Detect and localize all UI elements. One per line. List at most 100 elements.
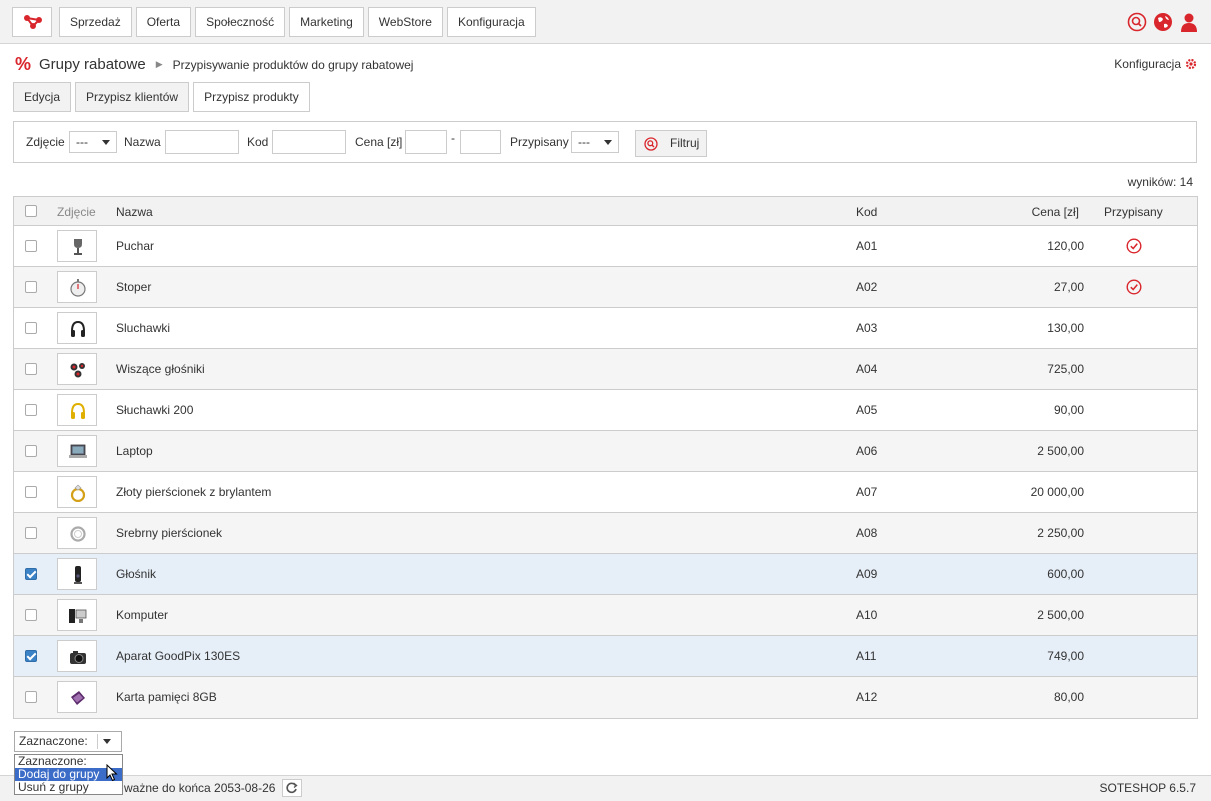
product-thumbnail[interactable] bbox=[57, 435, 97, 467]
bulk-option-remove[interactable]: Usuń z grupy bbox=[15, 781, 122, 794]
stopwatch-icon bbox=[70, 279, 86, 297]
camera-icon bbox=[70, 651, 86, 664]
row-checkbox[interactable] bbox=[25, 281, 37, 293]
row-checkbox[interactable] bbox=[25, 240, 37, 252]
table-row[interactable]: Głośnik A09 600,00 bbox=[14, 554, 1197, 595]
product-thumbnail[interactable] bbox=[57, 353, 97, 385]
filter-przypisany-select[interactable]: --- bbox=[571, 131, 619, 153]
nav-marketing[interactable]: Marketing bbox=[289, 7, 364, 37]
config-link[interactable]: Konfiguracja bbox=[1114, 57, 1197, 71]
product-thumbnail[interactable] bbox=[57, 681, 97, 713]
table-row[interactable]: Srebrny pierścionek A08 2 250,00 bbox=[14, 513, 1197, 554]
percent-icon: % bbox=[15, 54, 32, 74]
row-checkbox[interactable] bbox=[25, 650, 37, 662]
top-icons bbox=[1127, 12, 1199, 32]
header-nazwa[interactable]: Nazwa bbox=[116, 205, 153, 219]
table-row[interactable]: Złoty pierścionek z brylantem A07 20 000,0… bbox=[14, 472, 1197, 513]
table-row[interactable]: Karta pamięci 8GB A12 80,00 bbox=[14, 677, 1197, 718]
breadcrumb-title[interactable]: Grupy rabatowe bbox=[39, 56, 146, 73]
product-name[interactable]: Karta pamięci 8GB bbox=[116, 690, 217, 704]
assigned-check-icon[interactable] bbox=[1126, 238, 1142, 254]
nav-oferta[interactable]: Oferta bbox=[135, 7, 192, 37]
nav-sprzedaz[interactable]: Sprzedaż bbox=[59, 7, 132, 37]
product-thumbnail[interactable] bbox=[57, 271, 97, 303]
product-code: A08 bbox=[856, 526, 878, 540]
nav-konfiguracja[interactable]: Konfiguracja bbox=[446, 7, 536, 37]
product-price: 2 500,00 bbox=[1037, 444, 1084, 458]
nav-webstore[interactable]: WebStore bbox=[367, 7, 443, 37]
product-code: A12 bbox=[856, 690, 878, 704]
row-checkbox[interactable] bbox=[25, 609, 37, 621]
product-price: 90,00 bbox=[1053, 403, 1084, 417]
headphones-icon bbox=[71, 320, 85, 337]
filter-cena-to-input[interactable] bbox=[460, 130, 501, 154]
product-name[interactable]: Stoper bbox=[116, 280, 151, 294]
table-row[interactable]: Laptop A06 2 500,00 bbox=[14, 431, 1197, 472]
row-checkbox[interactable] bbox=[25, 691, 37, 703]
product-price: 20 000,00 bbox=[1030, 485, 1084, 499]
logo-button[interactable] bbox=[12, 7, 52, 37]
table-row[interactable]: Słuchawki 200 A05 90,00 bbox=[14, 390, 1197, 431]
header-kod[interactable]: Kod bbox=[856, 205, 877, 219]
tab-przypisz-produkty[interactable]: Przypisz produkty bbox=[193, 82, 310, 112]
row-checkbox[interactable] bbox=[25, 527, 37, 539]
table-row[interactable]: Komputer A10 2 500,00 bbox=[14, 595, 1197, 636]
product-thumbnail[interactable] bbox=[57, 517, 97, 549]
table-row[interactable]: Sluchawki A03 130,00 bbox=[14, 308, 1197, 349]
table-header: Zdjęcie Nazwa Kod Cena [zł] Przypisany bbox=[14, 197, 1197, 226]
product-code: A04 bbox=[856, 362, 878, 376]
user-icon[interactable] bbox=[1179, 12, 1199, 32]
nav-spolecznosc[interactable]: Społeczność bbox=[195, 7, 286, 37]
product-name[interactable]: Srebrny pierścionek bbox=[116, 526, 222, 540]
product-name[interactable]: Wiszące głośniki bbox=[116, 362, 205, 376]
table-row[interactable]: Aparat GoodPix 130ES A11 749,00 bbox=[14, 636, 1197, 677]
row-checkbox[interactable] bbox=[25, 445, 37, 457]
filter-kod-input[interactable] bbox=[272, 130, 346, 154]
product-name[interactable]: Laptop bbox=[116, 444, 153, 458]
row-checkbox[interactable] bbox=[25, 486, 37, 498]
product-thumbnail[interactable] bbox=[57, 312, 97, 344]
table-row[interactable]: Puchar A01 120,00 bbox=[14, 226, 1197, 267]
search-icon bbox=[644, 137, 658, 151]
filter-zdjecie-select[interactable]: --- bbox=[69, 131, 117, 153]
product-name[interactable]: Puchar bbox=[116, 239, 154, 253]
bulk-action-select[interactable]: Zaznaczone: bbox=[14, 731, 122, 752]
tab-przypisz-klientow[interactable]: Przypisz klientów bbox=[75, 82, 190, 112]
speakers-icon bbox=[70, 363, 85, 378]
table-row[interactable]: Stoper A02 27,00 bbox=[14, 267, 1197, 308]
globe-icon[interactable] bbox=[1153, 12, 1173, 32]
product-price: 130,00 bbox=[1047, 321, 1084, 335]
row-checkbox[interactable] bbox=[25, 568, 37, 580]
product-code: A02 bbox=[856, 280, 878, 294]
product-name[interactable]: Głośnik bbox=[116, 567, 156, 581]
product-name[interactable]: Sluchawki bbox=[116, 321, 170, 335]
product-name[interactable]: Słuchawki 200 bbox=[116, 403, 193, 417]
row-checkbox[interactable] bbox=[25, 322, 37, 334]
filter-nazwa-label: Nazwa bbox=[124, 135, 161, 149]
product-thumbnail[interactable] bbox=[57, 394, 97, 426]
filter-nazwa-input[interactable] bbox=[165, 130, 239, 154]
product-thumbnail[interactable] bbox=[57, 599, 97, 631]
refresh-button[interactable] bbox=[282, 779, 302, 797]
filter-kod-label: Kod bbox=[247, 135, 269, 149]
assigned-check-icon[interactable] bbox=[1126, 279, 1142, 295]
product-thumbnail[interactable] bbox=[57, 558, 97, 590]
table-body: Puchar A01 120,00 Stoper A02 27,00 Sluchawki A0… bbox=[14, 226, 1197, 718]
row-checkbox[interactable] bbox=[25, 363, 37, 375]
filter-cena-from-input[interactable] bbox=[405, 130, 447, 154]
product-thumbnail[interactable] bbox=[57, 640, 97, 672]
product-name[interactable]: Złoty pierścionek z brylantem bbox=[116, 485, 271, 499]
tab-edycja[interactable]: Edycja bbox=[13, 82, 72, 112]
select-all-checkbox[interactable] bbox=[25, 205, 37, 217]
header-cena[interactable]: Cena [zł] bbox=[1032, 205, 1079, 219]
product-name[interactable]: Komputer bbox=[116, 608, 168, 622]
product-thumbnail[interactable] bbox=[57, 476, 97, 508]
search-icon[interactable] bbox=[1127, 12, 1147, 32]
filter-button[interactable]: Filtruj bbox=[635, 130, 707, 157]
table-row[interactable]: Wiszące głośniki A04 725,00 bbox=[14, 349, 1197, 390]
product-thumbnail[interactable] bbox=[57, 230, 97, 262]
header-przypisany[interactable]: Przypisany bbox=[1104, 205, 1163, 219]
product-name[interactable]: Aparat GoodPix 130ES bbox=[116, 649, 240, 663]
row-checkbox[interactable] bbox=[25, 404, 37, 416]
product-code: A07 bbox=[856, 485, 878, 499]
